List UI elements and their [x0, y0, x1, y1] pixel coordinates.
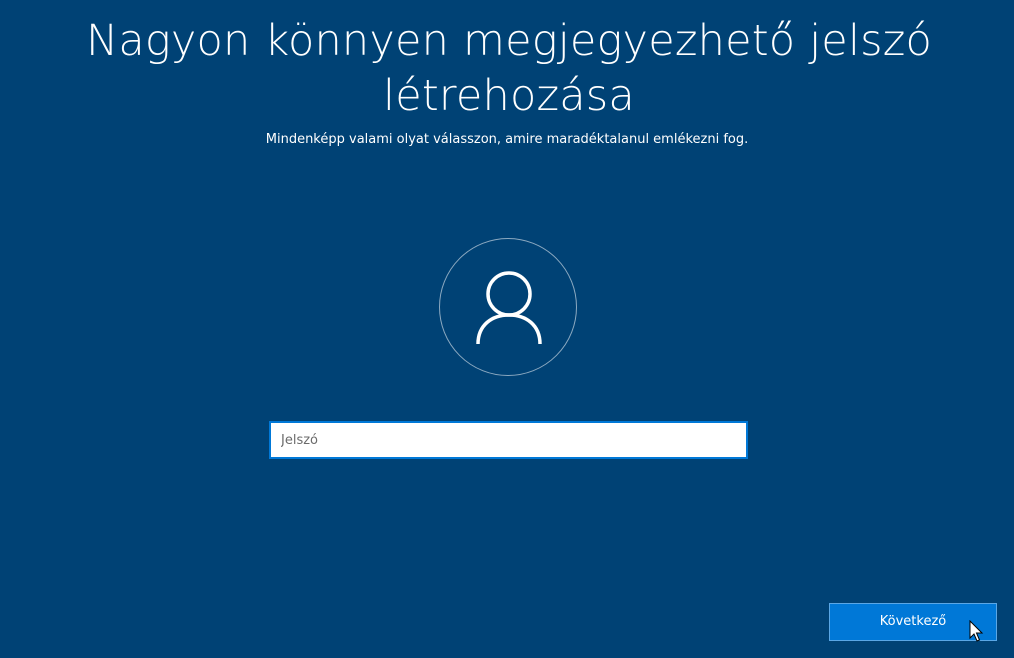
avatar — [439, 238, 577, 376]
user-icon — [476, 271, 542, 345]
mouse-pointer-icon — [969, 620, 984, 642]
password-input[interactable] — [269, 421, 748, 459]
page-subtitle: Mindenképp valami olyat válasszon, amire… — [265, 132, 749, 147]
page-title: Nagyon könnyen megjegyezhető jelszó létr… — [85, 16, 932, 121]
setup-page: Nagyon könnyen megjegyezhető jelszó létr… — [0, 0, 1014, 658]
